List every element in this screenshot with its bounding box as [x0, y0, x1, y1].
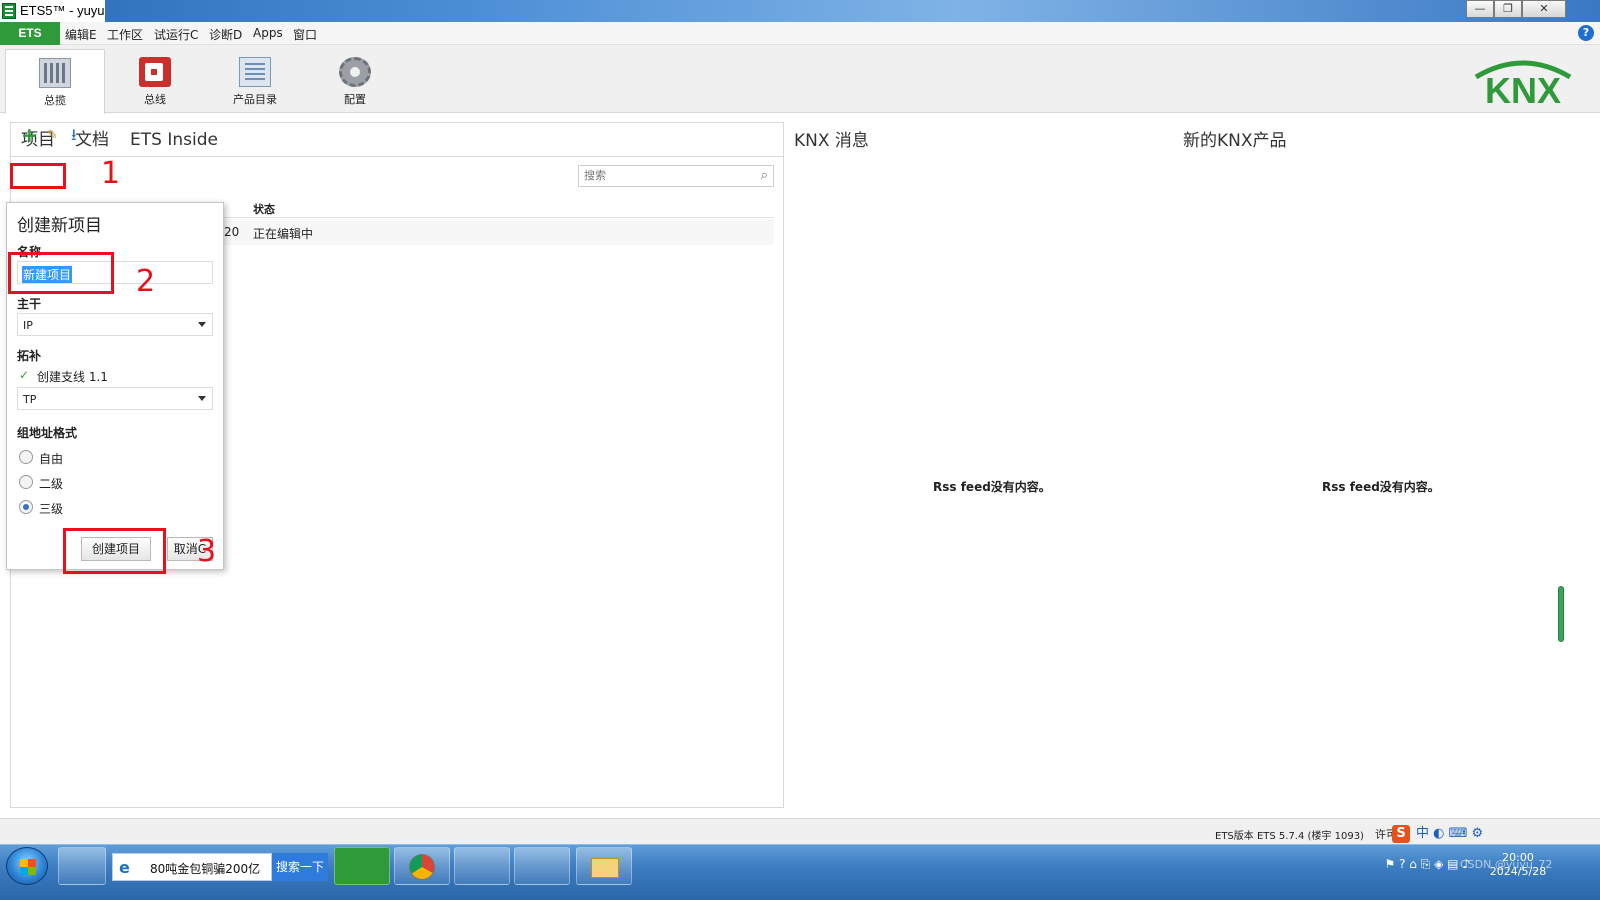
- radio-three-level[interactable]: [19, 500, 33, 514]
- search-icon[interactable]: ⌕: [761, 168, 768, 183]
- new-products-empty-text: Rss feed没有内容。: [1322, 480, 1440, 494]
- knx-news-title: KNX 消息: [794, 131, 869, 151]
- backbone-value: IP: [23, 319, 33, 332]
- csdn-watermark: CSDN @yuyu_72: [1460, 858, 1553, 871]
- ribbon-overview-label: 总揽: [44, 94, 66, 107]
- radio-two-level-label[interactable]: 二级: [39, 475, 63, 492]
- chevron-down-icon: [198, 322, 206, 327]
- taskbar-ets-icon[interactable]: [334, 847, 390, 885]
- backbone-label: 主干: [17, 297, 42, 311]
- annotation-number-1: 1: [101, 156, 121, 191]
- annotation-box-2: [8, 252, 114, 294]
- tab-ets-inside[interactable]: ETS Inside: [120, 123, 228, 157]
- ribbon-catalog-button[interactable]: 产品目录: [205, 49, 305, 113]
- annotation-box-1: [10, 163, 66, 189]
- sogou-ime-icon[interactable]: S: [1392, 825, 1410, 843]
- knx-logo-text: KNX: [1485, 70, 1561, 109]
- ets-menu-tab[interactable]: ETS: [0, 22, 60, 45]
- medium-value: TP: [23, 393, 37, 406]
- knx-news-empty-text: Rss feed没有内容。: [933, 480, 1051, 494]
- menu-apps[interactable]: Apps: [253, 26, 283, 40]
- ribbon: 总揽 总线 产品目录 配置 KNX: [0, 45, 1600, 114]
- minimize-button[interactable]: —: [1466, 0, 1494, 18]
- row-status: 正在编辑中: [253, 227, 314, 241]
- scroll-indicator[interactable]: [1558, 586, 1564, 642]
- ribbon-settings-label: 配置: [344, 93, 366, 106]
- start-button[interactable]: [6, 847, 48, 885]
- topology-label: 拓补: [17, 349, 42, 363]
- column-status[interactable]: 状态: [253, 201, 275, 217]
- ribbon-bus-button[interactable]: 总线: [105, 49, 205, 113]
- bus-icon: [139, 57, 171, 87]
- ribbon-bus-label: 总线: [144, 93, 166, 106]
- checkmark-icon[interactable]: ✓: [19, 368, 29, 382]
- ga-format-label: 组地址格式: [17, 426, 78, 440]
- search-input[interactable]: [579, 166, 749, 186]
- annotation-number-2: 2: [136, 264, 156, 299]
- tab-divider: [11, 156, 783, 157]
- new-products-title: 新的KNX产品: [1183, 131, 1287, 151]
- chevron-down-icon: [198, 396, 206, 401]
- edit-project-icon[interactable]: ✎: [47, 129, 61, 143]
- ime-toolbar[interactable]: S中 ◐ ⌨ ⚙: [1392, 822, 1483, 843]
- tray-icons[interactable]: ⚑ ? ⌂ ⎘ ◈ ▤ ♪: [1385, 857, 1470, 872]
- ribbon-catalog-label: 产品目录: [233, 93, 277, 106]
- taskbar-ie-text[interactable]: 80吨金包铜骗200亿: [150, 860, 260, 877]
- chrome-icon: [409, 854, 435, 880]
- taskbar-chrome-icon[interactable]: [394, 847, 450, 885]
- menu-window[interactable]: 窗口: [293, 26, 317, 43]
- create-line-checkbox-label[interactable]: 创建支线 1.1: [37, 368, 108, 385]
- dialog-title: 创建新项目: [17, 216, 102, 236]
- taskbar-app-colorful[interactable]: [58, 847, 106, 885]
- folder-icon: [591, 858, 619, 878]
- ets-app-icon: [2, 3, 16, 19]
- ets-version: ETS版本 ETS 5.7.4 (楼宇 1093): [1215, 831, 1364, 842]
- ime-mode[interactable]: 中: [1416, 826, 1429, 841]
- window-title: ETS5™ - yuyu: [20, 3, 105, 18]
- taskbar-network-icon[interactable]: [454, 847, 510, 885]
- help-icon[interactable]: ?: [1578, 25, 1594, 41]
- radio-three-level-label[interactable]: 三级: [39, 500, 63, 517]
- medium-select[interactable]: TP: [17, 387, 213, 410]
- knx-logo: KNX: [1474, 60, 1572, 109]
- header-divider: [224, 217, 774, 218]
- ribbon-settings-button[interactable]: 配置: [305, 49, 405, 113]
- project-search[interactable]: ⌕: [578, 165, 774, 187]
- catalog-icon: [239, 57, 271, 87]
- ie-icon: e: [119, 858, 130, 877]
- menu-bar: ETS 编辑E 工作区 试运行C 诊断D Apps 窗口 ?: [0, 22, 1600, 45]
- close-button[interactable]: ✕: [1522, 0, 1566, 18]
- taskbar-search-button[interactable]: 搜索一下: [272, 853, 328, 881]
- backbone-select[interactable]: IP: [17, 313, 213, 336]
- radio-free-label[interactable]: 自由: [39, 450, 63, 467]
- menu-edit[interactable]: 编辑E: [65, 26, 97, 43]
- add-project-icon[interactable]: +: [21, 125, 39, 145]
- menu-commissioning[interactable]: 试运行C: [154, 26, 198, 43]
- title-area: ETS5™ - yuyu: [0, 0, 105, 22]
- menu-diagnostics[interactable]: 诊断D: [209, 26, 242, 43]
- radio-free[interactable]: [19, 450, 33, 464]
- menu-workspace[interactable]: 工作区: [107, 26, 143, 43]
- taskbar: e 80吨金包铜骗200亿 搜索一下 ⚑ ? ⌂ ⎘ ◈ ▤ ♪ 20:00 2…: [0, 844, 1600, 900]
- taskbar-folder-icon[interactable]: [576, 847, 632, 885]
- annotation-number-3: 3: [197, 534, 217, 569]
- import-project-icon[interactable]: ⭳: [71, 127, 87, 145]
- ribbon-overview-button[interactable]: 总揽: [5, 49, 105, 114]
- status-bar: ETS版本 ETS 5.7.4 (楼宇 1093) 许可 S中 ◐ ⌨ ⚙: [0, 818, 1600, 844]
- annotation-box-3: [63, 528, 166, 574]
- settings-gear-icon: [339, 57, 371, 87]
- title-bar: ETS5™ - yuyu — ❐ ✕: [0, 0, 1600, 22]
- restore-button[interactable]: ❐: [1494, 0, 1522, 18]
- overview-icon: [39, 58, 71, 88]
- taskbar-snipping-icon[interactable]: [514, 847, 570, 885]
- radio-two-level[interactable]: [19, 475, 33, 489]
